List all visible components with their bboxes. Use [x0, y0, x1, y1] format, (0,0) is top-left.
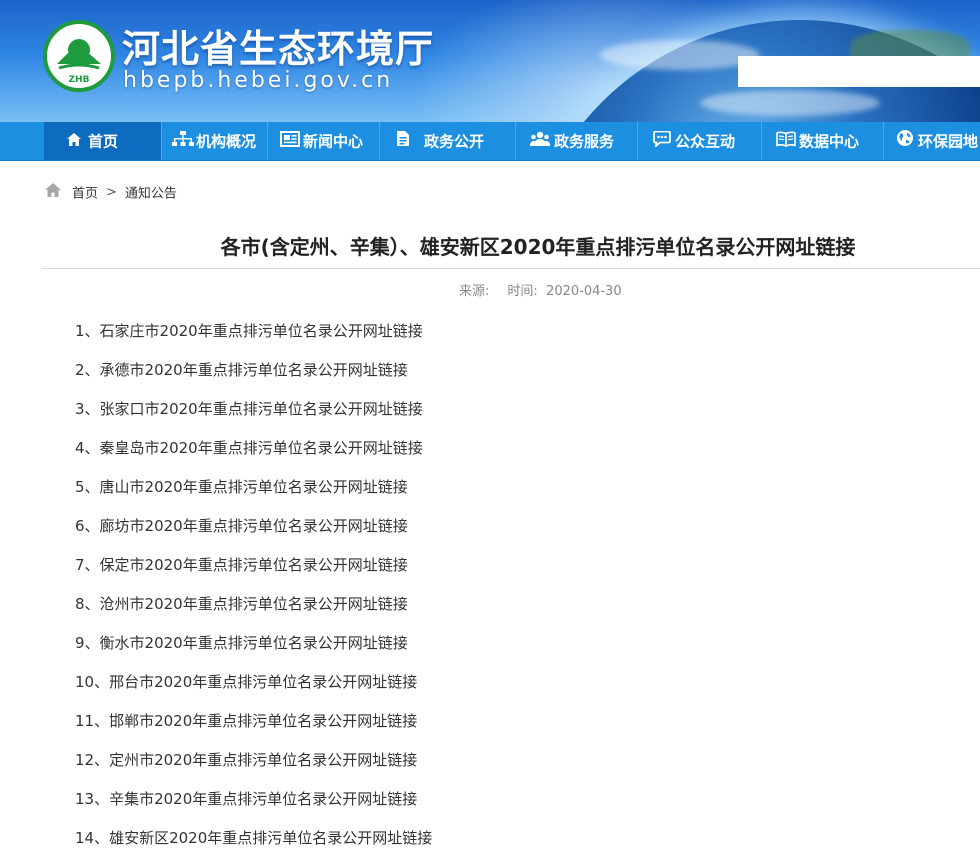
nav-label: 公众互动 [675, 132, 736, 151]
list-item[interactable]: 11、邯郸市2020年重点排污单位名录公开网址链接 [75, 710, 432, 749]
book-icon [776, 123, 796, 161]
globe-icon [896, 123, 914, 161]
list-item[interactable]: 3、张家口市2020年重点排污单位名录公开网址链接 [75, 398, 432, 437]
nav-label: 新闻中心 [303, 132, 364, 151]
org-chart-icon [172, 123, 194, 161]
logo-emblem-icon: ZHB [57, 39, 101, 85]
title-divider [42, 268, 980, 269]
nav-item-gov-affairs[interactable]: 政务公开 [380, 122, 516, 160]
nav-label: 机构概况 [196, 132, 257, 151]
list-item[interactable]: 1、石家庄市2020年重点排污单位名录公开网址链接 [75, 320, 432, 359]
nav-item-eco-garden[interactable]: 环保园地 [884, 122, 980, 160]
site-url: hbepb.hebei.gov.cn [123, 68, 394, 93]
breadcrumb-separator: > [106, 184, 117, 200]
main-nav: 首页 机构概况 新闻中心 政务公开 政务服务 公众互动 数据中心 环保园地 [0, 122, 980, 161]
article-title: 各市(含定州、辛集）、雄安新区2020年重点排污单位名录公开网址链接 [220, 235, 856, 259]
nav-label: 政务服务 [554, 132, 615, 151]
chat-icon [652, 123, 672, 161]
list-item[interactable]: 2、承德市2020年重点排污单位名录公开网址链接 [75, 359, 432, 398]
source-label: 来源: [459, 284, 490, 299]
breadcrumb: 首页 > 通知公告 [44, 182, 177, 202]
list-item[interactable]: 12、定州市2020年重点排污单位名录公开网址链接 [75, 749, 432, 788]
nav-label: 数据中心 [799, 132, 860, 151]
publish-date: 2020-04-30 [546, 284, 622, 299]
breadcrumb-home-link[interactable]: 首页 [72, 187, 98, 202]
list-item[interactable]: 4、秦皇岛市2020年重点排污单位名录公开网址链接 [75, 437, 432, 476]
list-item[interactable]: 10、邢台市2020年重点排污单位名录公开网址链接 [75, 671, 432, 710]
nav-label: 环保园地 [918, 132, 979, 151]
list-item[interactable]: 7、保定市2020年重点排污单位名录公开网址链接 [75, 554, 432, 593]
site-title: 河北省生态环境厅 [122, 27, 435, 71]
nav-label: 首页 [88, 132, 119, 151]
nav-item-data-center[interactable]: 数据中心 [762, 122, 884, 160]
link-list: 1、石家庄市2020年重点排污单位名录公开网址链接 2、承德市2020年重点排污… [75, 320, 432, 866]
search-input[interactable] [738, 56, 980, 87]
document-icon [396, 123, 410, 161]
list-item[interactable]: 13、辛集市2020年重点排污单位名录公开网址链接 [75, 788, 432, 827]
list-item[interactable]: 6、廊坊市2020年重点排污单位名录公开网址链接 [75, 515, 432, 554]
site-logo[interactable]: ZHB [43, 20, 115, 92]
banner-cloud [600, 40, 760, 70]
nav-item-org[interactable]: 机构概况 [162, 122, 268, 160]
list-item[interactable]: 9、衡水市2020年重点排污单位名录公开网址链接 [75, 632, 432, 671]
article-meta: 来源: 时间: 2020-04-30 [459, 280, 622, 299]
nav-item-news[interactable]: 新闻中心 [268, 122, 380, 160]
nav-label: 政务公开 [424, 132, 485, 151]
home-icon [44, 182, 62, 202]
list-item[interactable]: 14、雄安新区2020年重点排污单位名录公开网址链接 [75, 827, 432, 866]
home-icon [66, 123, 82, 161]
nav-item-interaction[interactable]: 公众互动 [638, 122, 762, 160]
list-item[interactable]: 8、沧州市2020年重点排污单位名录公开网址链接 [75, 593, 432, 632]
nav-item-home[interactable]: 首页 [44, 122, 162, 160]
time-label: 时间: [507, 284, 538, 299]
breadcrumb-current[interactable]: 通知公告 [125, 187, 177, 202]
nav-item-gov-services[interactable]: 政务服务 [516, 122, 638, 160]
site-banner: ZHB 河北省生态环境厅 hbepb.hebei.gov.cn [0, 0, 980, 122]
list-item[interactable]: 5、唐山市2020年重点排污单位名录公开网址链接 [75, 476, 432, 515]
news-icon [280, 123, 300, 161]
logo-text: ZHB [69, 75, 90, 85]
people-icon [530, 123, 550, 161]
banner-cloud [700, 90, 880, 116]
